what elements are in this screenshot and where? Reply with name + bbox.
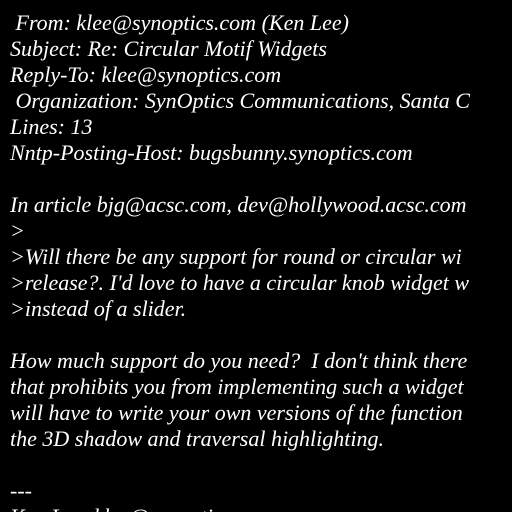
signature-line: Ken Lee, klee@synoptics.com bbox=[10, 504, 273, 512]
message-view: From: klee@synoptics.com (Ken Lee) Subje… bbox=[0, 0, 512, 512]
quote-line-1: >Will there be any support for round or … bbox=[10, 244, 462, 269]
quote-line-2: >release?. I'd love to have a circular k… bbox=[10, 270, 470, 295]
quote-blank-line: > bbox=[10, 218, 25, 243]
header-nntp-host: Nntp-Posting-Host: bugsbunny.synoptics.c… bbox=[10, 140, 413, 165]
signature-separator: --- bbox=[10, 478, 32, 503]
quote-attribution: In article bjg@acsc.com, dev@hollywood.a… bbox=[10, 192, 467, 217]
header-organization: Organization: SynOptics Communications, … bbox=[10, 88, 470, 113]
header-from: From: klee@synoptics.com (Ken Lee) bbox=[10, 10, 349, 35]
header-subject: Subject: Re: Circular Motif Widgets bbox=[10, 36, 327, 61]
header-reply-to: Reply-To: klee@synoptics.com bbox=[10, 62, 282, 87]
body-line-1: How much support do you need? I don't th… bbox=[10, 348, 468, 373]
header-lines: Lines: 13 bbox=[10, 114, 93, 139]
body-line-2: that prohibits you from implementing suc… bbox=[10, 374, 464, 399]
quote-line-3: >instead of a slider. bbox=[10, 296, 187, 321]
body-line-4: the 3D shadow and traversal highlighting… bbox=[10, 426, 384, 451]
body-line-3: will have to write your own versions of … bbox=[10, 400, 463, 425]
